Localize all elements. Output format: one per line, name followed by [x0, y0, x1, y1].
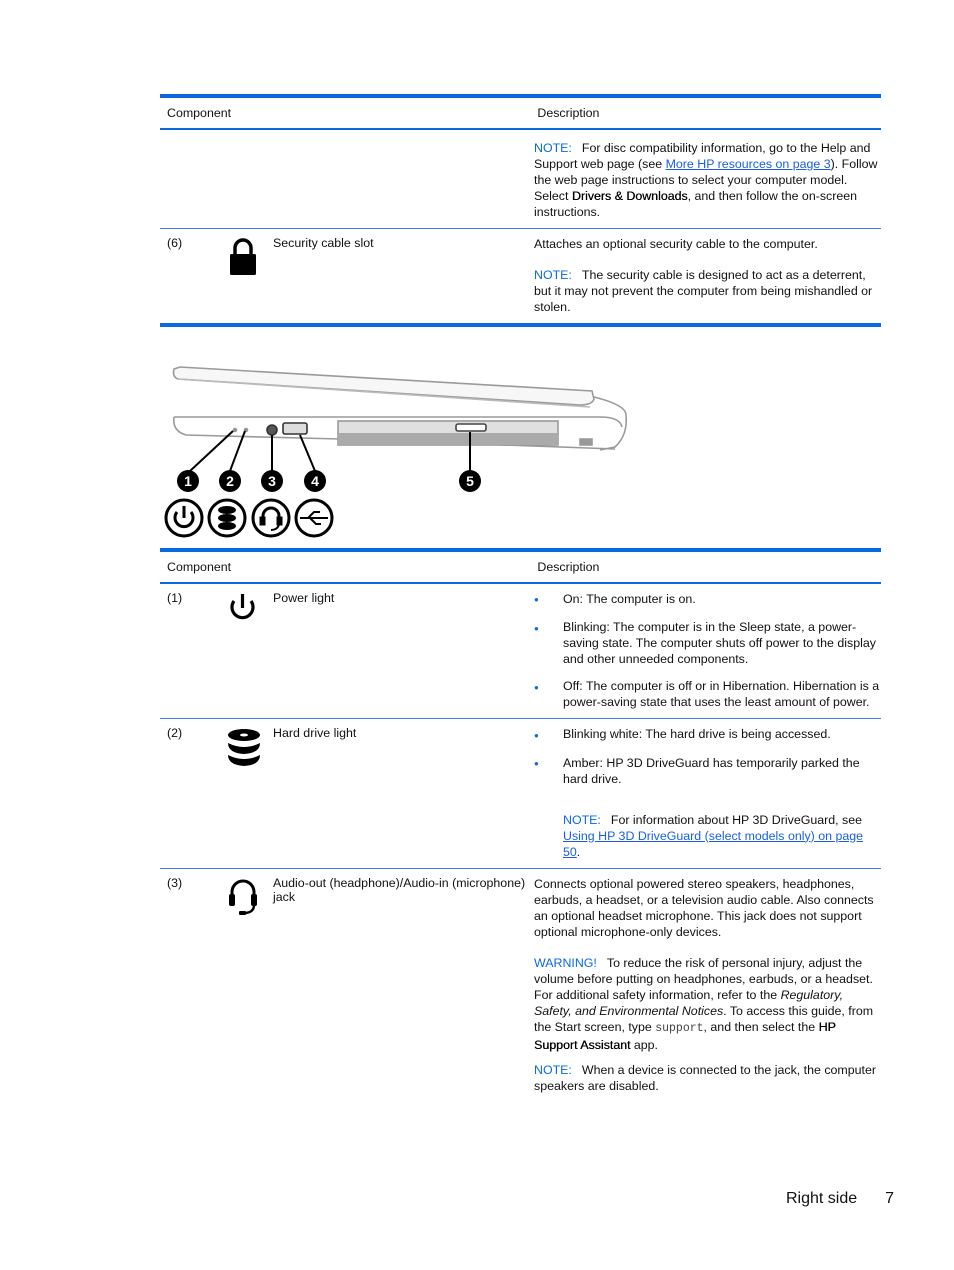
table-row: NOTE: For disc compatibility information,… — [160, 130, 881, 229]
list-item: Off: The computer is off or in Hibernati… — [534, 678, 881, 710]
headset-icon — [251, 498, 291, 538]
list-item: On: The computer is on. — [534, 591, 881, 608]
note-label: NOTE: — [534, 141, 572, 155]
note: NOTE: The security cable is designed to a… — [534, 268, 873, 314]
note: NOTE: When a device is connected to the j… — [534, 1062, 876, 1093]
driveguard-link[interactable]: Using HP 3D DriveGuard (select models on… — [563, 829, 863, 859]
table-row: (3) Audio-out (headphone)/Audio-in (micr… — [160, 869, 881, 1102]
power-icon — [213, 584, 273, 718]
table-row: (2) Hard drive light Blinking white: The… — [160, 719, 881, 869]
table-header: Component Description — [160, 552, 881, 584]
svg-text:3: 3 — [268, 473, 276, 489]
bullet-list: On: The computer is on. Blinking: The co… — [534, 584, 881, 718]
component-number: (1) — [167, 591, 183, 605]
hard-drive-icon — [213, 719, 273, 867]
component-name: Power light — [273, 591, 335, 605]
table-header: Component Description — [160, 98, 881, 130]
header-component: Component — [167, 106, 232, 120]
svg-text:2: 2 — [226, 473, 234, 489]
table-bottom-rule — [160, 323, 881, 327]
component-description: Connects optional powered stereo speaker… — [534, 876, 874, 939]
component-name: Hard drive light — [273, 726, 357, 741]
component-name: Security cable slot — [273, 236, 374, 250]
callout-4: 4 — [304, 470, 326, 492]
components-table: Component Description (1) Power light On… — [160, 548, 881, 1102]
power-icon — [164, 498, 204, 538]
callout-2: 2 — [219, 470, 241, 492]
note-label: NOTE: — [563, 812, 601, 827]
component-number: (2) — [167, 726, 183, 741]
header-component: Component — [167, 560, 232, 574]
note-label: NOTE: — [534, 268, 572, 282]
page-number: 7 — [885, 1190, 895, 1207]
warning-label: WARNING! — [534, 955, 597, 970]
hard-drive-icon — [207, 498, 247, 538]
usb-icon — [294, 498, 334, 538]
callout-1: 1 — [177, 470, 199, 492]
list-item: Blinking: The computer is in the Sleep s… — [534, 619, 881, 667]
svg-text:1: 1 — [184, 473, 192, 489]
svg-text:4: 4 — [311, 473, 319, 489]
header-description: Description — [537, 106, 600, 120]
list-item: Amber: HP 3D DriveGuard has temporarily … — [534, 755, 881, 787]
right-side-diagram: 1 2 3 4 5 — [160, 355, 640, 545]
table-row: (1) Power light On: The computer is on. … — [160, 584, 881, 720]
component-description: Attaches an optional security cable to t… — [534, 237, 818, 251]
component-number: (3) — [167, 875, 183, 890]
callout-3: 3 — [261, 470, 283, 492]
laptop-illustration — [172, 366, 628, 451]
header-description: Description — [537, 560, 600, 574]
note: NOTE: For information about HP 3D DriveGu… — [563, 812, 864, 859]
component-number: (6) — [167, 236, 183, 250]
table-row: (6) Security cable slot Attaches an opti… — [160, 229, 881, 323]
lock-icon — [213, 229, 273, 323]
components-table-continued: Component Description NOTE: For disc comp… — [160, 94, 881, 327]
more-hp-resources-link[interactable]: More HP resources on page 3 — [666, 157, 831, 171]
component-name: Audio-out (headphone)/Audio-in (micropho… — [273, 875, 526, 904]
svg-text:5: 5 — [466, 473, 474, 489]
list-item: Blinking white: The hard drive is being … — [534, 726, 881, 743]
section-title: Right side — [786, 1190, 858, 1207]
callout-5: 5 — [459, 470, 481, 492]
note-label: NOTE: — [534, 1062, 572, 1077]
page-footer: Right side 7 — [786, 1190, 894, 1208]
headset-icon — [213, 869, 273, 1102]
note: NOTE: For disc compatibility information,… — [534, 141, 878, 219]
warning: WARNING! To reduce the risk of personal i… — [534, 955, 874, 1052]
